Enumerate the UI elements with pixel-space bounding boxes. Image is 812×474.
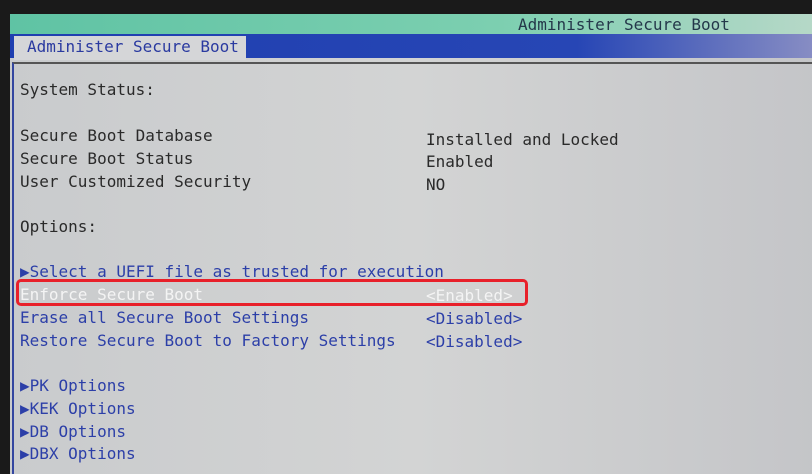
- status-label-boot-status: Secure Boot Status: [20, 149, 194, 168]
- status-value-user-security: NO: [426, 175, 446, 194]
- status-label-user-security: User Customized Security: [20, 172, 252, 191]
- status-value-boot-status: Enabled: [426, 152, 494, 171]
- title: Administer Secure Boot: [518, 15, 730, 34]
- menu-item-dbx-options[interactable]: ▶DBX Options: [20, 444, 136, 464]
- system-status-heading: System Status:: [20, 80, 155, 99]
- option-enforce-secure-boot[interactable]: Enforce Secure Boot: [20, 285, 203, 305]
- option-enforce-secure-boot-value[interactable]: <Enabled>: [426, 286, 513, 306]
- title-bar: Administer Secure Boot: [10, 14, 812, 34]
- options-heading: Options:: [20, 217, 98, 236]
- menu-item-db-options[interactable]: ▶DB Options: [20, 422, 126, 442]
- menu-item-kek-options[interactable]: ▶KEK Options: [20, 399, 136, 419]
- status-label-database: Secure Boot Database: [20, 126, 213, 145]
- option-restore-factory-settings[interactable]: Restore Secure Boot to Factory Settings: [20, 331, 396, 351]
- option-erase-secure-boot-settings-value[interactable]: <Disabled>: [426, 309, 522, 329]
- tab-administer-secure-boot[interactable]: Administer Secure Boot: [14, 36, 246, 60]
- tab-bar: Administer Secure Boot: [10, 34, 812, 60]
- settings-panel: System Status: Secure Boot Database Inst…: [12, 62, 812, 474]
- menu-item-pk-options[interactable]: ▶PK Options: [20, 376, 126, 396]
- option-restore-factory-settings-value[interactable]: <Disabled>: [426, 332, 522, 352]
- status-value-database: Installed and Locked: [426, 130, 619, 149]
- option-erase-secure-boot-settings[interactable]: Erase all Secure Boot Settings: [20, 308, 309, 328]
- bios-screen: Administer Secure Boot Administer Secure…: [10, 14, 812, 474]
